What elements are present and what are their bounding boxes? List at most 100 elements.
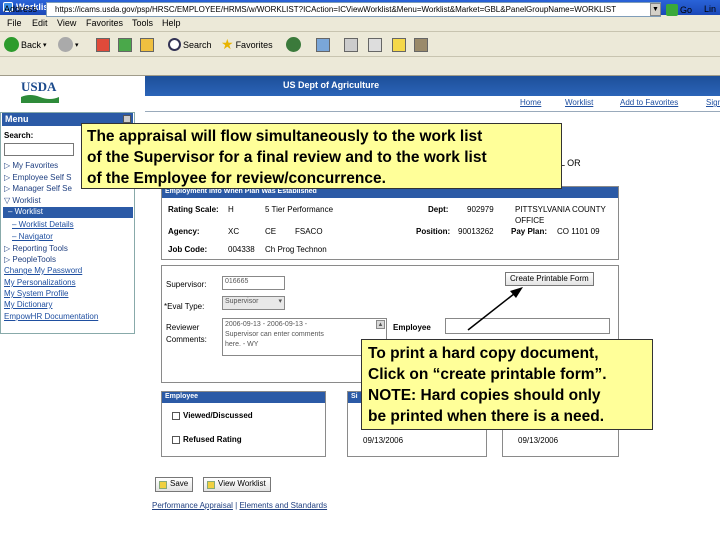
eval-type-label: *Eval Type: (164, 302, 205, 311)
pay-plan-label: Pay Plan: (511, 227, 548, 236)
reviewer-label-1: Reviewer (166, 323, 200, 332)
back-button[interactable]: Back ▾ (4, 36, 47, 53)
nav-add-favorites[interactable]: Add to Favorites (620, 98, 678, 107)
callout-bottom-line-4: be printed when there is a need. (368, 408, 604, 425)
dept-label: Dept: (428, 205, 449, 214)
rating-scale-desc: 5 Tier Performance (265, 205, 334, 214)
usda-logo: USDA (21, 79, 59, 103)
nav-worklist[interactable]: Worklist (565, 98, 593, 107)
collapse-icon[interactable] (123, 115, 131, 123)
viewed-discussed-checkbox[interactable] (172, 412, 180, 420)
usda-logo-hills (21, 95, 59, 103)
menu-item-reporting-tools[interactable]: ▷ Reporting Tools (4, 244, 68, 253)
menu-item-worklist-details[interactable]: – Worklist Details (12, 220, 74, 229)
scroll-up-icon[interactable]: ▲ (376, 320, 385, 329)
menu-view[interactable]: View (57, 18, 76, 28)
address-label: Address (4, 4, 38, 14)
usda-logo-text: USDA (21, 79, 57, 94)
menu-search-input[interactable] (4, 143, 74, 156)
banner-strip (145, 76, 720, 96)
forward-button[interactable]: ▾ (58, 36, 79, 53)
back-arrow-icon (4, 37, 19, 52)
dept-name-1: PITTSYLVANIA COUNTY (515, 205, 606, 214)
star-icon: ★ (221, 36, 234, 52)
go-button[interactable]: Go (666, 2, 698, 17)
menu-item-my-favorites[interactable]: ▷ My Favorites (4, 161, 58, 170)
links-button[interactable]: Lin (704, 4, 716, 14)
callout-bottom-line-1: To print a hard copy document, (368, 345, 599, 362)
menu-help[interactable]: Help (162, 18, 181, 28)
nav-home[interactable]: Home (520, 98, 541, 107)
menu-item-worklist[interactable]: – Worklist (3, 207, 133, 218)
employee-box-header: Employee (162, 392, 325, 403)
stop-button[interactable] (96, 36, 110, 53)
employee-comments-label: Employee (393, 323, 431, 332)
agency-sub: CE (265, 227, 277, 236)
callout-bottom: To print a hard copy document, Click on … (361, 339, 653, 430)
history-button[interactable] (286, 36, 301, 53)
research-icon (414, 37, 428, 52)
elements-standards-link[interactable]: Elements and Standards (239, 501, 327, 510)
print-button[interactable] (344, 36, 358, 53)
menu-item-employee-self-service[interactable]: ▷ Employee Self S (4, 173, 72, 182)
save-button[interactable]: Save (155, 477, 194, 492)
agency-label: Agency: (168, 227, 200, 236)
eval-type-select[interactable]: Supervisor ▾ (222, 296, 285, 310)
job-code-label: Job Code: (168, 245, 208, 254)
folder-icon (392, 37, 406, 52)
agency-code: XC (228, 227, 240, 236)
menu-item-peopletools[interactable]: ▷ PeopleTools (4, 255, 56, 264)
refused-rating-checkbox[interactable] (172, 436, 180, 444)
worklist-icon (207, 481, 215, 489)
research-button[interactable] (414, 36, 428, 53)
history-icon (286, 37, 301, 52)
refresh-button[interactable] (118, 36, 132, 53)
refused-rating-label: Refused Rating (183, 435, 242, 444)
menu-search-label: Search: (4, 131, 34, 140)
menu-bar: File Edit View Favorites Tools Help (0, 15, 720, 32)
menu-item-dictionary[interactable]: My Dictionary (4, 300, 52, 309)
rating-scale-code: H (228, 205, 234, 214)
viewed-discussed-label: Viewed/Discussed (183, 411, 253, 420)
menu-edit[interactable]: Edit (32, 18, 48, 28)
address-input[interactable]: https://icams.usda.gov/psp/HRSC/EMPLOYEE… (46, 2, 661, 17)
banner-title: US Dept of Agriculture (283, 80, 380, 90)
job-code-value: 004338 (228, 245, 255, 254)
employee-comments-textarea[interactable] (445, 318, 610, 334)
menu-item-empowhr-documentation[interactable]: EmpowHR Documentation (4, 312, 98, 321)
menu-item-manager-self-service[interactable]: ▷ Manager Self Se (4, 184, 72, 193)
menu-item-system-profile[interactable]: My System Profile (4, 289, 68, 298)
go-arrow-icon (666, 3, 678, 16)
mail-button[interactable] (316, 36, 330, 53)
edit-icon (368, 37, 382, 52)
view-worklist-button[interactable]: View Worklist (203, 477, 271, 492)
save-icon (159, 481, 167, 489)
address-dropdown[interactable]: ▼ (650, 3, 661, 16)
menu-file[interactable]: File (7, 18, 22, 28)
nav-sign-out[interactable]: Sign (706, 98, 720, 107)
menu-tools[interactable]: Tools (132, 18, 153, 28)
top-nav: Home Worklist Add to Favorites Sign (145, 96, 720, 112)
dept-code: 902979 (467, 205, 494, 214)
menu-title: Menu (5, 114, 29, 124)
performance-appraisal-link[interactable]: Performance Appraisal (152, 501, 233, 510)
edit-button[interactable] (368, 36, 382, 53)
callout-top-line-2: of the Supervisor for a final review and… (87, 149, 487, 166)
supervisor-date: 09/13/2006 (363, 436, 404, 445)
search-icon (168, 38, 181, 51)
menu-item-navigator[interactable]: – Navigator (12, 232, 53, 241)
search-button[interactable]: Search (168, 36, 212, 53)
menu-item-change-password[interactable]: Change My Password (4, 266, 82, 275)
browser-toolbar: Back ▾ ▾ Search ★ Favorites (0, 32, 720, 57)
favorites-button[interactable]: ★ Favorites (221, 36, 273, 53)
bottom-links: Performance Appraisal | Elements and Sta… (152, 501, 328, 510)
supervisor-input[interactable]: 016665 (222, 276, 285, 290)
menu-item-worklist-folder[interactable]: ▽ Worklist (4, 196, 41, 205)
home-button[interactable] (140, 36, 154, 53)
menu-favorites[interactable]: Favorites (86, 18, 123, 28)
menu-item-personalizations[interactable]: My Personalizations (4, 278, 76, 287)
employee-box: Employee (161, 391, 326, 457)
discuss-button[interactable] (392, 36, 406, 53)
create-printable-form-button[interactable]: Create Printable Form (505, 272, 594, 286)
reviewer-date: 09/13/2006 (518, 436, 559, 445)
